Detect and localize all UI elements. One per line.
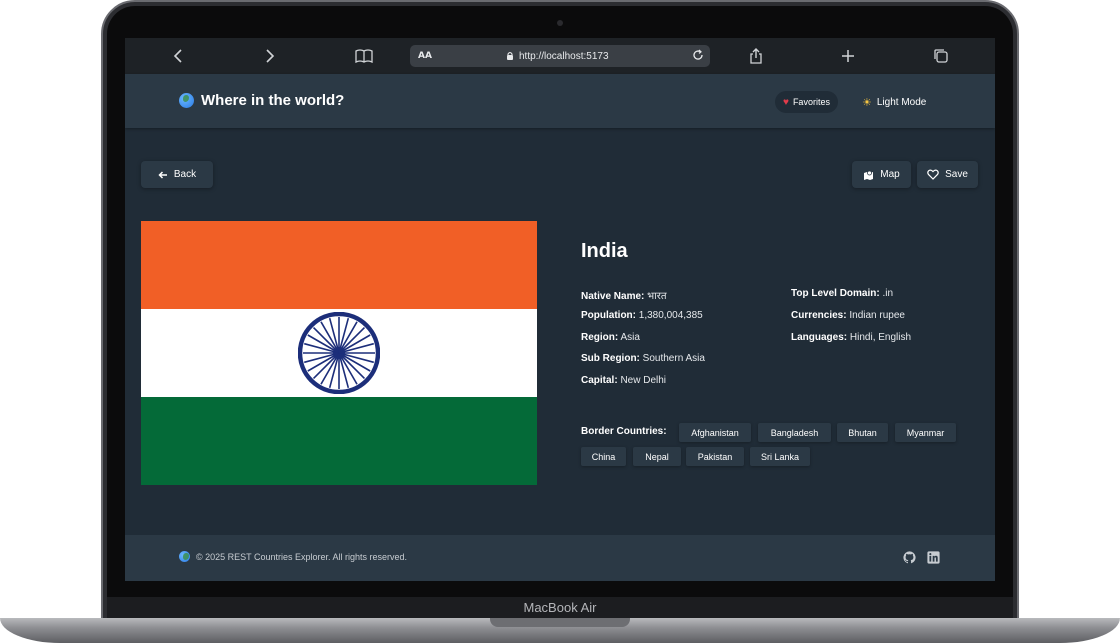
linkedin-icon[interactable] [927, 551, 940, 564]
detail-languages: Languages: Hindi, English [791, 332, 911, 343]
detail-key: Currencies: [791, 310, 847, 321]
url-display: http://localhost:5173 [506, 51, 609, 62]
border-country-chip[interactable]: Sri Lanka [750, 447, 810, 466]
ashoka-chakra [298, 312, 380, 394]
arrow-left-icon [158, 170, 167, 179]
detail-value: 1,380,004,385 [638, 310, 703, 321]
url-text: http://localhost:5173 [519, 50, 609, 62]
detail-sub-region: Sub Region: Southern Asia [581, 353, 705, 364]
book-icon[interactable] [353, 45, 375, 67]
text-size-button[interactable]: AA [418, 51, 432, 61]
border-country-chip[interactable]: China [581, 447, 626, 466]
detail-key: Sub Region: [581, 353, 640, 364]
back-button[interactable]: Back [141, 161, 213, 188]
map-button[interactable]: Map [852, 161, 911, 188]
chevron-right-icon[interactable] [259, 45, 281, 67]
save-button[interactable]: Save [917, 161, 978, 188]
detail-native-name: Native Name: भारत [581, 288, 667, 302]
flag-stripe-saffron [141, 221, 537, 309]
border-country-chip[interactable]: Afghanistan [679, 423, 751, 442]
detail-region: Region: Asia [581, 332, 640, 343]
detail-key: Region: [581, 332, 619, 343]
share-icon[interactable] [745, 45, 767, 67]
favorites-button[interactable]: ♥ Favorites [775, 91, 838, 113]
detail-top-level-domain: Top Level Domain: .in [791, 288, 893, 299]
detail-key: Capital: [581, 375, 618, 386]
detail-key: Languages: [791, 332, 848, 343]
border-country-chip[interactable]: Bhutan [837, 423, 888, 442]
reload-icon[interactable] [692, 49, 704, 64]
map-icon [864, 170, 874, 180]
save-label: Save [945, 169, 968, 180]
device-label: MacBook Air [523, 600, 597, 615]
favorites-label: Favorites [792, 97, 830, 107]
laptop-notch [490, 618, 630, 627]
flag-stripe-green [141, 397, 537, 485]
border-countries-label: Border Countries: [581, 426, 667, 437]
border-country-chip[interactable]: Bangladesh [758, 423, 831, 442]
map-label: Map [880, 169, 900, 180]
chevron-left-icon[interactable] [167, 45, 189, 67]
detail-value: Asia [620, 332, 640, 343]
detail-value: .in [882, 288, 894, 299]
detail-population: Population: 1,380,004,385 [581, 310, 703, 321]
tabs-icon[interactable] [930, 45, 952, 67]
detail-value: Southern Asia [642, 353, 705, 364]
detail-capital: Capital: New Delhi [581, 375, 666, 386]
app-header: Where in the world? ♥ Favorites ☀ Light … [125, 74, 995, 128]
camera [557, 20, 563, 26]
screen: AA http://localhost:5173 Where in the wo… [125, 38, 995, 581]
detail-value: Indian rupee [849, 310, 905, 321]
lock-icon [507, 51, 513, 60]
border-country-chip[interactable]: Myanmar [895, 423, 956, 442]
sun-icon: ☀ [862, 96, 872, 109]
heart-outline-icon [927, 169, 939, 180]
address-bar[interactable]: AA http://localhost:5173 [410, 45, 710, 67]
detail-value: Hindi, English [849, 332, 912, 343]
plus-icon[interactable] [837, 45, 859, 67]
detail-key: Top Level Domain: [791, 288, 880, 299]
detail-key: Population: [581, 310, 636, 321]
github-icon[interactable] [903, 551, 916, 564]
detail-currencies: Currencies: Indian rupee [791, 310, 905, 321]
detail-value: New Delhi [620, 375, 667, 386]
copyright-text: © 2025 REST Countries Explorer. All righ… [196, 551, 408, 562]
border-country-chip[interactable]: Pakistan [686, 447, 744, 466]
app-logo[interactable]: Where in the world? [179, 92, 344, 109]
back-label: Back [173, 169, 197, 180]
footer-copyright: © 2025 REST Countries Explorer. All righ… [179, 551, 407, 562]
border-country-chip[interactable]: Nepal [633, 447, 681, 466]
heart-icon: ♥ [783, 96, 789, 108]
theme-toggle-button[interactable]: ☀ Light Mode [858, 91, 930, 113]
theme-label: Light Mode [876, 96, 927, 108]
country-name: India [581, 240, 628, 262]
browser-toolbar: AA http://localhost:5173 [125, 38, 995, 74]
country-flag [141, 221, 537, 485]
globe-icon [179, 551, 190, 562]
detail-key: Native Name: [581, 291, 645, 302]
app-title: Where in the world? [201, 92, 345, 109]
page-footer: © 2025 REST Countries Explorer. All righ… [125, 535, 995, 581]
detail-value: भारत [647, 291, 667, 302]
globe-icon [179, 93, 194, 108]
